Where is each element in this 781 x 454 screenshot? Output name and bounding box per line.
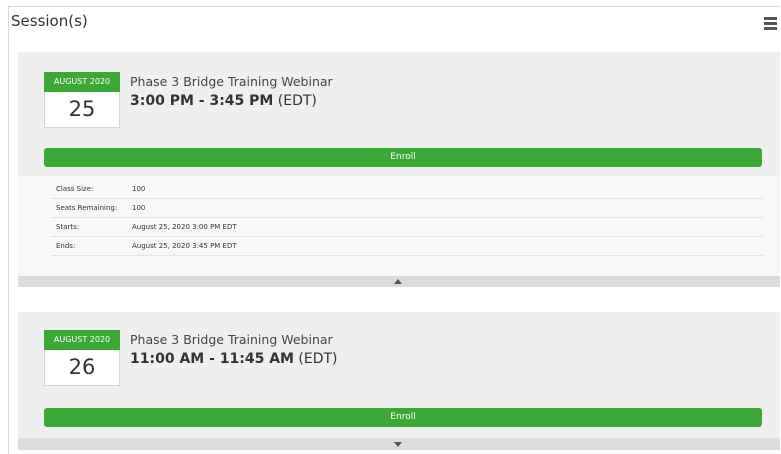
session-title: Phase 3 Bridge Training Webinar [130,332,333,347]
detail-value: 100 [132,204,146,212]
date-badge: AUGUST 2020 26 [44,330,120,386]
menu-line [764,17,777,20]
session-time-range: 3:00 PM - 3:45 PM [130,93,274,109]
detail-label: Starts: [56,223,80,231]
date-day: 26 [68,355,96,379]
menu-line [764,22,777,25]
enroll-button[interactable]: Enroll [44,408,762,427]
session-time-range: 11:00 AM - 11:45 AM [130,351,294,367]
detail-value: August 25, 2020 3:45 PM EDT [132,242,237,250]
menu-line [764,27,777,30]
detail-label: Seats Remaining: [56,204,118,212]
detail-row-starts: Starts: August 25, 2020 3:00 PM EDT [52,218,764,237]
date-month: AUGUST 2020 [44,330,120,350]
session-timezone: (EDT) [277,93,317,109]
enroll-button[interactable]: Enroll [44,148,762,167]
detail-label: Class Size: [56,185,94,193]
session-details: Class Size: 100 Seats Remaining: 100 Sta… [18,176,780,276]
detail-row-ends: Ends: August 25, 2020 3:45 PM EDT [52,237,764,256]
chevron-down-icon [394,442,402,447]
detail-value: August 25, 2020 3:00 PM EDT [132,223,237,231]
date-badge: AUGUST 2020 25 [44,72,120,128]
date-month: AUGUST 2020 [44,72,120,92]
collapse-details-toggle[interactable] [18,276,780,287]
detail-label: Ends: [56,242,76,250]
detail-value: 100 [132,185,146,193]
session-card: AUGUST 2020 26 Phase 3 Bridge Training W… [18,312,780,438]
detail-row-seats-remaining: Seats Remaining: 100 [52,199,764,218]
expand-details-toggle[interactable] [18,438,780,450]
hamburger-menu-icon[interactable] [764,17,777,30]
session-time: 11:00 AM - 11:45 AM (EDT) [130,351,338,367]
chevron-up-icon [394,279,402,284]
detail-row-class-size: Class Size: 100 [52,180,764,199]
session-card: AUGUST 2020 25 Phase 3 Bridge Training W… [18,52,780,176]
session-time: 3:00 PM - 3:45 PM (EDT) [130,93,317,109]
date-day: 25 [68,97,96,121]
session-title: Phase 3 Bridge Training Webinar [130,74,333,89]
panel-title: Session(s) [11,12,88,30]
session-timezone: (EDT) [298,351,338,367]
